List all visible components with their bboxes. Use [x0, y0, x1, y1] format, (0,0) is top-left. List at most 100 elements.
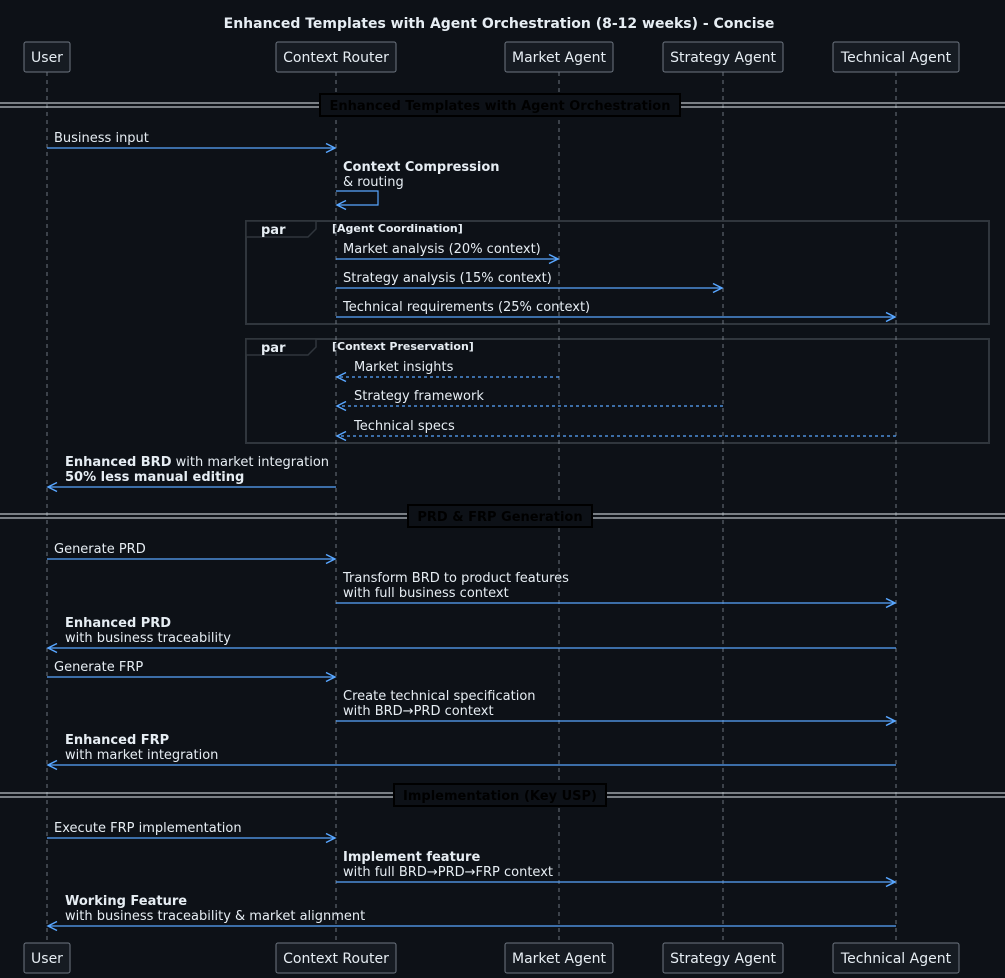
- participant-label: Context Router: [283, 951, 389, 967]
- message-label: Business input: [54, 131, 149, 146]
- message-arrow: Market analysis (20% context): [336, 242, 560, 265]
- message-label-segment: with market integration: [171, 455, 329, 470]
- section-divider: PRD & FRP Generation: [0, 504, 1005, 528]
- message-arrow: Transform BRD to product featureswith fu…: [336, 571, 897, 609]
- message-label-segment: Technical requirements (25% context): [342, 300, 590, 315]
- fragment-condition: [Agent Coordination]: [332, 222, 463, 235]
- participant-label: Strategy Agent: [670, 50, 776, 66]
- fragment-keyword: par: [261, 223, 286, 238]
- message-label: Create technical specification: [343, 689, 536, 704]
- message-arrow: Generate FRP: [47, 660, 337, 683]
- participant-label: Market Agent: [512, 50, 607, 66]
- participant-market-agent-bottom: Market Agent: [504, 942, 614, 974]
- message-label-segment: Context Compression: [343, 160, 500, 175]
- message-arrow: Strategy framework: [335, 389, 723, 412]
- participant-user-bottom: User: [23, 942, 71, 974]
- message-label: & routing: [343, 175, 404, 190]
- sequence-diagram: Enhanced Templates with Agent Orchestrat…: [0, 16, 1005, 974]
- message-label: Implement feature: [343, 850, 480, 865]
- message-label: Enhanced FRP: [65, 733, 169, 748]
- message-arrow: Enhanced PRDwith business traceability: [46, 616, 896, 654]
- message-label: Enhanced BRD with market integration: [65, 455, 329, 470]
- message-label-segment: Enhanced FRP: [65, 733, 169, 748]
- message-arrow: Working Featurewith business traceabilit…: [46, 894, 896, 932]
- message-label-segment: Strategy analysis (15% context): [343, 271, 552, 286]
- message-label-segment: with business traceability & market alig…: [65, 909, 365, 924]
- participant-technical-agent-bottom: Technical Agent: [832, 942, 960, 974]
- message-label-segment: Market analysis (20% context): [343, 242, 541, 257]
- section-divider-label: PRD & FRP Generation: [417, 510, 582, 525]
- participant-label: Technical Agent: [840, 50, 952, 66]
- message-label-segment: with BRD→PRD context: [343, 704, 494, 719]
- participant-label: User: [31, 50, 63, 66]
- message-label-segment: Strategy framework: [354, 389, 484, 404]
- section-divider: Enhanced Templates with Agent Orchestrat…: [0, 93, 1005, 117]
- participant-label: Context Router: [283, 50, 389, 66]
- message-label: Enhanced PRD: [65, 616, 171, 631]
- fragment-condition: [Context Preservation]: [332, 340, 474, 353]
- message-label: Strategy framework: [354, 389, 484, 404]
- message-label-segment: Generate FRP: [54, 660, 143, 675]
- message-label-segment: with market integration: [65, 748, 218, 763]
- message-label-segment: Technical specs: [353, 419, 455, 434]
- section-divider-label: Enhanced Templates with Agent Orchestrat…: [330, 99, 671, 114]
- message-arrow: Market insights: [335, 360, 559, 383]
- message-label-segment: Execute FRP implementation: [54, 821, 242, 836]
- message-label-segment: Create technical specification: [343, 689, 536, 704]
- message-label: Generate FRP: [54, 660, 143, 675]
- message-label: with business traceability: [65, 631, 231, 646]
- message-arrow: Context Compression& routing: [335, 160, 500, 211]
- message-label-segment: with full BRD→PRD→FRP context: [343, 865, 553, 880]
- message-arrow: Technical requirements (25% context): [336, 300, 897, 323]
- message-label-segment: & routing: [343, 175, 404, 190]
- message-label: Market insights: [354, 360, 454, 375]
- message-label: with business traceability & market alig…: [65, 909, 365, 924]
- message-label: Working Feature: [65, 894, 187, 909]
- message-arrow: Create technical specificationwith BRD→P…: [336, 689, 897, 727]
- message-label: Execute FRP implementation: [54, 821, 242, 836]
- participant-technical-agent-top: Technical Agent: [832, 41, 960, 73]
- message-label: Transform BRD to product features: [342, 571, 569, 586]
- message-label-segment: Implement feature: [343, 850, 480, 865]
- message-label: with full BRD→PRD→FRP context: [343, 865, 553, 880]
- diagram-title: Enhanced Templates with Agent Orchestrat…: [224, 16, 775, 32]
- message-label: Technical specs: [353, 419, 455, 434]
- participant-context-router-bottom: Context Router: [275, 942, 397, 974]
- participant-context-router-top: Context Router: [275, 41, 397, 73]
- participant-strategy-agent-top: Strategy Agent: [662, 41, 784, 73]
- message-label: with BRD→PRD context: [343, 704, 494, 719]
- message-label-segment: Business input: [54, 131, 149, 146]
- message-arrow: Technical specs: [335, 419, 896, 442]
- message-label-segment: with business traceability: [65, 631, 231, 646]
- message-arrow: Execute FRP implementation: [47, 821, 337, 844]
- participant-label: Technical Agent: [840, 951, 952, 967]
- participant-user-top: User: [23, 41, 71, 73]
- message-label-segment: Market insights: [354, 360, 454, 375]
- message-arrow: Enhanced FRPwith market integration: [46, 733, 896, 771]
- message-label-segment: 50% less manual editing: [65, 470, 244, 485]
- message-label: Strategy analysis (15% context): [343, 271, 552, 286]
- message-label-segment: Enhanced BRD: [65, 455, 172, 470]
- message-label-segment: Generate PRD: [54, 542, 146, 557]
- message-label: with full business context: [343, 586, 509, 601]
- message-label: Context Compression: [343, 160, 500, 175]
- section-divider-label: Implementation (Key USP): [403, 789, 597, 804]
- participant-strategy-agent-bottom: Strategy Agent: [662, 942, 784, 974]
- message-label-segment: Working Feature: [65, 894, 187, 909]
- message-label-segment: Enhanced PRD: [65, 616, 171, 631]
- participant-label: Market Agent: [512, 951, 607, 967]
- participant-label: User: [31, 951, 63, 967]
- section-divider: Implementation (Key USP): [0, 783, 1005, 807]
- message-arrow: Implement featurewith full BRD→PRD→FRP c…: [336, 850, 897, 888]
- message-label: Market analysis (20% context): [343, 242, 541, 257]
- message-label: Technical requirements (25% context): [342, 300, 590, 315]
- message-label: Generate PRD: [54, 542, 146, 557]
- message-label: 50% less manual editing: [65, 470, 244, 485]
- message-label-segment: Transform BRD to product features: [342, 571, 569, 586]
- message-label: with market integration: [65, 748, 218, 763]
- message-arrow: Enhanced BRD with market integration50% …: [46, 455, 336, 493]
- message-arrow: Strategy analysis (15% context): [336, 271, 724, 294]
- message-arrow: Business input: [47, 131, 337, 154]
- fragment-keyword: par: [261, 341, 286, 356]
- participant-market-agent-top: Market Agent: [504, 41, 614, 73]
